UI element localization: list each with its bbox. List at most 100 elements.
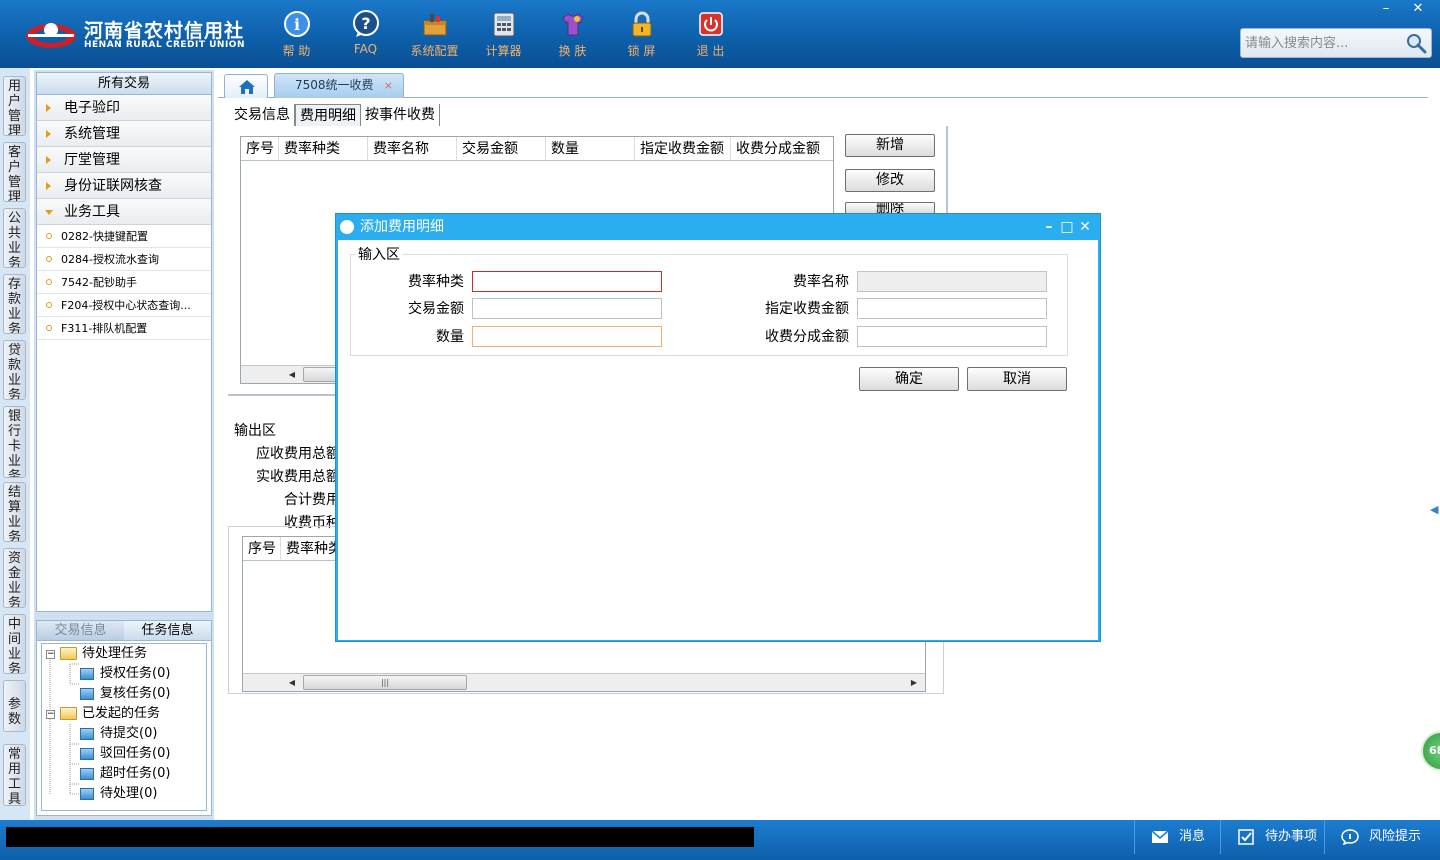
- subtab-fee-details[interactable]: 费用明细: [295, 104, 361, 126]
- col-rate-name[interactable]: 费率名称: [368, 137, 457, 160]
- menu-item-0282[interactable]: 0282-快捷键配置: [37, 225, 211, 248]
- menu-item-7542[interactable]: 7542-配钞助手: [37, 271, 211, 294]
- subtab-charge-by-event[interactable]: 按事件收费: [361, 104, 440, 126]
- window-close-button[interactable]: ✕: [1402, 0, 1434, 18]
- nav-faq-button[interactable]: ? FAQ: [331, 8, 400, 62]
- col-trade-amount[interactable]: 交易金额: [457, 137, 546, 160]
- vtab-customer-management[interactable]: 客户管理: [3, 142, 26, 202]
- fee-share-label: 收费分成金额: [765, 329, 849, 345]
- col-seq[interactable]: 序号: [241, 137, 279, 160]
- rate-type-input[interactable]: [472, 271, 662, 292]
- vtab-user-management[interactable]: 用户管理: [3, 76, 26, 136]
- task-tree: − 待处理任务 授权任务(0) 复核任务(0) − 已发起的任务 待提交(0): [41, 643, 207, 811]
- tab-transaction-info[interactable]: 交易信息: [37, 621, 124, 640]
- dialog-close-button[interactable]: ✕: [1076, 214, 1094, 240]
- designated-fee-input[interactable]: [857, 298, 1047, 319]
- col-seq[interactable]: 序号: [243, 537, 281, 560]
- menu-group-hall-management[interactable]: 厅堂管理: [37, 147, 211, 173]
- menu-group-e-seal[interactable]: 电子验印: [37, 95, 211, 121]
- scroll-right-icon[interactable]: ▶: [905, 674, 923, 691]
- subtabs: 交易信息 费用明细 按事件收费: [230, 104, 440, 126]
- nav-exit-button[interactable]: 退 出: [676, 8, 745, 62]
- trade-amount-input[interactable]: [472, 298, 662, 319]
- top-nav: i 帮 助 ? FAQ 系统配置 计算器 换 肤 锁 屏 退 出: [262, 8, 745, 62]
- col-rate-type[interactable]: 费率种类: [279, 137, 368, 160]
- home-tab[interactable]: [224, 74, 268, 98]
- nav-calculator-button[interactable]: 计算器: [469, 8, 538, 62]
- collapse-icon[interactable]: −: [46, 710, 55, 719]
- tab-task-info[interactable]: 任务信息: [124, 621, 211, 640]
- vtab-fund-business[interactable]: 资金业务: [3, 548, 26, 608]
- logo-text-cn: 河南省农村信用社: [84, 20, 245, 42]
- confirm-button[interactable]: 确定: [859, 367, 959, 391]
- bullet-icon: [46, 256, 52, 262]
- subtab-transaction-info[interactable]: 交易信息: [230, 104, 295, 126]
- tab-7508-unified-charge[interactable]: 7508统一收费 ×: [274, 73, 404, 98]
- risk-alert-button[interactable]: 风险提示: [1324, 820, 1440, 854]
- dialog-maximize-button[interactable]: □: [1058, 214, 1076, 240]
- input-area-legend: 输入区: [356, 244, 402, 264]
- tree-node-label: 驳回任务(0): [100, 746, 171, 761]
- menu-header: 所有交易: [37, 73, 211, 95]
- rate-name-label: 费率名称: [793, 274, 849, 290]
- search-input[interactable]: [1245, 33, 1405, 53]
- vertical-tab-strip: 用户管理 客户管理 公共业务 存款业务 贷款业务 银行卡业务 结算业务 资金业务…: [0, 68, 30, 820]
- col-fee-share[interactable]: 收费分成金额: [731, 137, 833, 160]
- menu-group-business-tools[interactable]: 业务工具: [37, 199, 211, 225]
- add-button[interactable]: 新增: [845, 134, 935, 157]
- power-icon: [698, 12, 723, 36]
- vtab-common-tools[interactable]: 常用工具: [3, 744, 26, 806]
- col-designated-fee[interactable]: 指定收费金额: [635, 137, 731, 160]
- edit-button[interactable]: 修改: [845, 169, 935, 192]
- quantity-input[interactable]: [472, 326, 662, 347]
- collapse-icon[interactable]: −: [46, 650, 55, 659]
- scroll-left-icon[interactable]: ◀: [283, 674, 301, 691]
- window-controls: – ✕: [1370, 0, 1434, 18]
- menu-group-label: 业务工具: [64, 204, 120, 220]
- checkbox-icon: [1238, 829, 1254, 845]
- dialog-titlebar[interactable]: 添加费用明细: [336, 214, 1100, 240]
- todo-button[interactable]: 待办事项: [1220, 820, 1324, 854]
- nav-lock-button[interactable]: 锁 屏: [607, 8, 676, 62]
- menu-group-id-verification[interactable]: 身份证联网核查: [37, 173, 211, 199]
- vtab-deposit-business[interactable]: 存款业务: [3, 274, 26, 334]
- transaction-menu: 所有交易 电子验印 系统管理 厅堂管理 身份证联网核查 业务工具 0282-快捷…: [36, 72, 212, 612]
- tab-close-icon[interactable]: ×: [384, 74, 393, 97]
- status-bar: 消息 待办事项 风险提示: [0, 820, 1440, 860]
- vtab-intermediate-business[interactable]: 中间业务: [3, 614, 26, 674]
- collapse-right-icon[interactable]: ◀: [1430, 488, 1440, 532]
- nav-help-button[interactable]: i 帮 助: [262, 8, 331, 62]
- dialog-controls: – □ ✕: [1040, 214, 1094, 240]
- nav-skin-button[interactable]: 换 肤: [538, 8, 607, 62]
- nav-system-config-button[interactable]: 系统配置: [400, 8, 469, 62]
- grid-header: 序号 费率种类 费率名称 交易金额 数量 指定收费金额 收费分成金额: [241, 137, 833, 161]
- menu-group-system-management[interactable]: 系统管理: [37, 121, 211, 147]
- grid-horizontal-scrollbar[interactable]: ◀ ||| ▶: [243, 673, 925, 691]
- search-icon[interactable]: [1405, 32, 1427, 54]
- scroll-thumb[interactable]: |||: [303, 675, 467, 690]
- app-icon: [340, 220, 354, 234]
- bullet-icon: [46, 233, 52, 239]
- menu-item-f204[interactable]: F204-授权中心状态查询...: [37, 294, 211, 317]
- menu-item-0284[interactable]: 0284-授权流水查询: [37, 248, 211, 271]
- menu-item-label: F311-排队机配置: [61, 322, 148, 335]
- vtab-public-business[interactable]: 公共业务: [3, 208, 26, 268]
- dialog-title: 添加费用明细: [360, 219, 444, 235]
- nav-label: 系统配置: [410, 44, 459, 58]
- task-tabs: 交易信息 任务信息: [37, 621, 211, 641]
- window-minimize-button[interactable]: –: [1370, 0, 1402, 18]
- scroll-left-icon[interactable]: ◀: [283, 366, 301, 383]
- vtab-loan-business[interactable]: 贷款业务: [3, 340, 26, 400]
- menu-item-f311[interactable]: F311-排队机配置: [37, 317, 211, 340]
- cancel-button[interactable]: 取消: [967, 367, 1067, 391]
- left-panel: 所有交易 电子验印 系统管理 厅堂管理 身份证联网核查 业务工具 0282-快捷…: [34, 70, 214, 820]
- messages-button[interactable]: 消息: [1134, 820, 1220, 854]
- vtab-parameters[interactable]: 参数: [3, 680, 26, 732]
- calculator-icon: [493, 12, 514, 37]
- vtab-bankcard-business[interactable]: 银行卡业务: [3, 406, 26, 478]
- logo: 河南省农村信用社 HENAN RURAL CREDIT UNION: [24, 12, 245, 56]
- dialog-minimize-button[interactable]: –: [1040, 214, 1058, 240]
- col-quantity[interactable]: 数量: [546, 137, 635, 160]
- fee-share-input[interactable]: [857, 326, 1047, 347]
- vtab-settlement-business[interactable]: 结算业务: [3, 482, 26, 542]
